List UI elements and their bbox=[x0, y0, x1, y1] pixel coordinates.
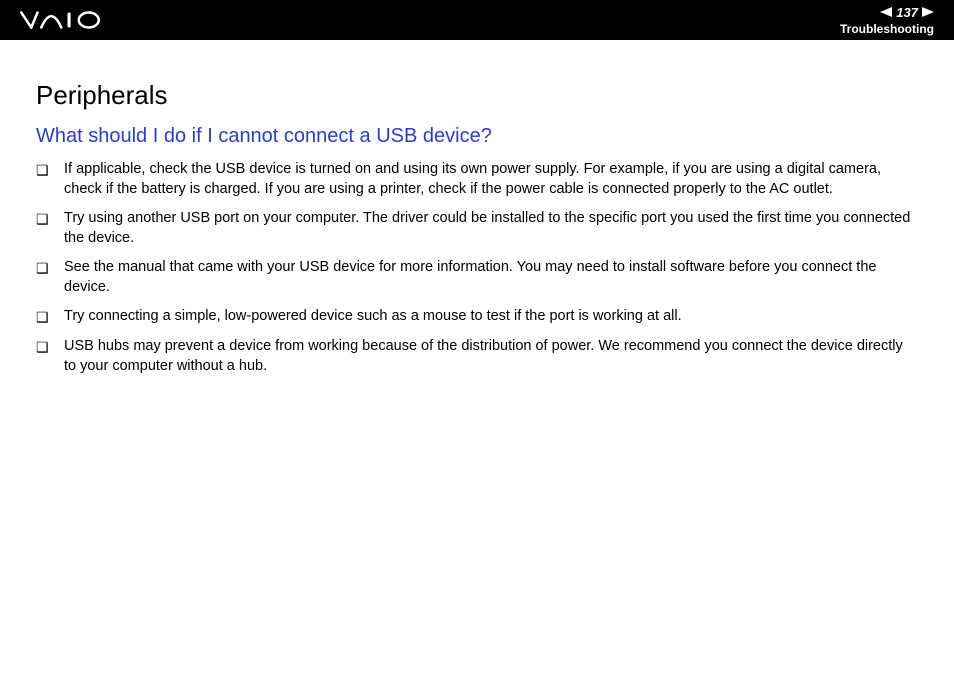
prev-page-arrow-icon[interactable] bbox=[880, 7, 892, 17]
vaio-logo bbox=[20, 11, 120, 29]
checkbox-bullet-icon: ❑ bbox=[36, 337, 64, 357]
checkbox-bullet-icon: ❑ bbox=[36, 258, 64, 278]
list-item-text: Try using another USB port on your compu… bbox=[64, 209, 918, 248]
page-content: Peripherals What should I do if I cannot… bbox=[0, 40, 954, 406]
list-item-text: Try connecting a simple, low-powered dev… bbox=[64, 307, 918, 327]
header-right: 137 Troubleshooting bbox=[840, 5, 934, 36]
list-item: ❑ Try connecting a simple, low-powered d… bbox=[36, 307, 918, 327]
faq-bullet-list: ❑ If applicable, check the USB device is… bbox=[36, 160, 918, 376]
section-title: Peripherals bbox=[36, 80, 918, 111]
page-number: 137 bbox=[896, 5, 918, 20]
list-item: ❑ USB hubs may prevent a device from wor… bbox=[36, 337, 918, 376]
checkbox-bullet-icon: ❑ bbox=[36, 307, 64, 327]
list-item: ❑ See the manual that came with your USB… bbox=[36, 258, 918, 297]
next-page-arrow-icon[interactable] bbox=[922, 7, 934, 17]
header-section-label: Troubleshooting bbox=[840, 22, 934, 36]
list-item-text: If applicable, check the USB device is t… bbox=[64, 160, 918, 199]
list-item-text: See the manual that came with your USB d… bbox=[64, 258, 918, 297]
list-item: ❑ Try using another USB port on your com… bbox=[36, 209, 918, 248]
list-item: ❑ If applicable, check the USB device is… bbox=[36, 160, 918, 199]
checkbox-bullet-icon: ❑ bbox=[36, 209, 64, 229]
page-navigation: 137 bbox=[880, 5, 934, 20]
list-item-text: USB hubs may prevent a device from worki… bbox=[64, 337, 918, 376]
checkbox-bullet-icon: ❑ bbox=[36, 160, 64, 180]
faq-question: What should I do if I cannot connect a U… bbox=[36, 125, 918, 148]
page-header: 137 Troubleshooting bbox=[0, 0, 954, 40]
